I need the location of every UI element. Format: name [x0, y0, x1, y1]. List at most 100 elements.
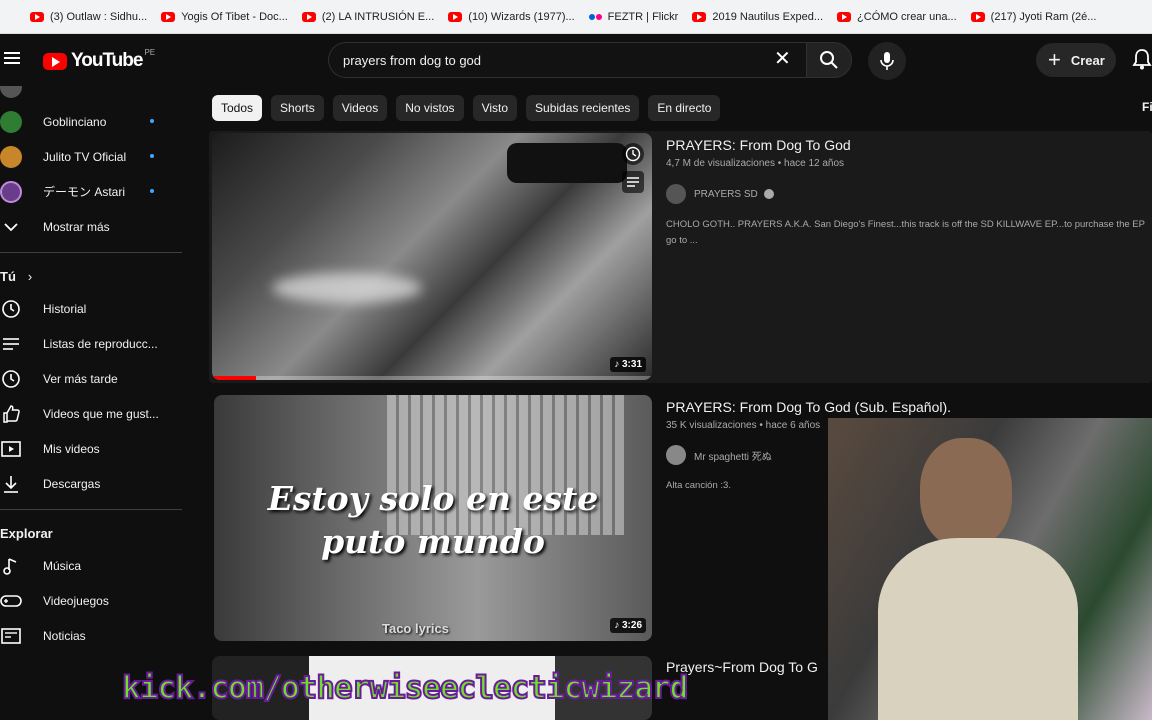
webcam-head	[920, 438, 1012, 548]
gaming-icon	[0, 590, 22, 612]
youtube-logo[interactable]: YouTube PE	[43, 48, 155, 72]
channel-link[interactable]: Mr spaghetti 死ぬ	[666, 445, 772, 465]
youtube-icon	[837, 11, 852, 22]
avatar	[666, 184, 686, 204]
video-thumbnail[interactable]: Estoy solo en este puto mundo Taco lyric…	[214, 395, 652, 641]
sidebar-item-gaming[interactable]: Videojuegos	[0, 583, 182, 618]
sidebar-item-history[interactable]: Historial	[0, 291, 182, 326]
video-meta: 35 K visualizaciones • hace 6 años	[666, 420, 821, 431]
youtube-play-icon	[43, 52, 67, 70]
music-note-icon: ♪	[614, 359, 622, 370]
sidebar-item-your-videos[interactable]: Mis videos	[0, 431, 182, 466]
youtube-icon	[301, 11, 316, 22]
webcam-shirt	[878, 538, 1078, 720]
search-icon	[820, 51, 838, 69]
avatar	[0, 86, 22, 98]
youtube-icon	[30, 11, 44, 22]
sidebar-subscription-goblinciano[interactable]: Goblinciano	[0, 104, 182, 139]
sidebar-subscription-astari[interactable]: デーモン Astari	[0, 174, 182, 209]
new-content-dot	[150, 154, 154, 158]
bookmark-8[interactable]: (217) Jyoti Ram (2é...	[970, 11, 1096, 23]
bookmark-6[interactable]: 2019 Nautilus Exped...	[692, 11, 823, 23]
search-button[interactable]	[806, 42, 852, 78]
channel-link[interactable]: PRAYERS SD	[666, 184, 774, 204]
sidebar-item-downloads[interactable]: Descargas	[0, 466, 182, 501]
playlists-icon	[0, 333, 22, 355]
show-more-button[interactable]: Mostrar más	[0, 209, 182, 244]
verified-icon	[763, 189, 774, 199]
watch-later-icon	[0, 368, 22, 390]
avatar	[666, 445, 686, 465]
watch-progress-bar	[212, 376, 256, 380]
youtube-icon	[448, 11, 463, 22]
search-input[interactable]: prayers from dog to god	[328, 42, 808, 78]
news-icon	[0, 625, 22, 647]
history-icon	[0, 298, 22, 320]
liked-icon	[0, 403, 22, 425]
sidebar: Goblinciano Julito TV Oficial デーモン Astar…	[0, 86, 182, 720]
voice-search-button[interactable]	[868, 42, 906, 80]
chevron-right-icon: ›	[27, 268, 33, 284]
sidebar-item-news[interactable]: Noticias	[0, 618, 182, 653]
avatar	[0, 180, 22, 203]
sidebar-item-playlists[interactable]: Listas de reproducc...	[0, 326, 182, 361]
video-thumbnail[interactable]: ♪ 3:31	[212, 133, 652, 380]
video-duration: ♪ 3:31	[610, 357, 646, 372]
avatar	[0, 145, 22, 168]
downloads-icon	[0, 473, 22, 495]
chevron-down-icon	[0, 216, 22, 238]
filters-button[interactable]: Fi	[1142, 100, 1152, 114]
thumbnail-highlight	[272, 273, 422, 303]
bookmark-4[interactable]: (10) Wizards (1977)...	[448, 11, 575, 23]
music-note-icon: ♪	[614, 620, 622, 631]
bookmark-5[interactable]: FEZTR | Flickr	[588, 11, 678, 23]
video-title[interactable]: PRAYERS: From Dog To God (Sub. Español).	[666, 399, 951, 415]
divider	[0, 252, 182, 253]
youtube-icon	[161, 11, 176, 22]
chip-unwatched[interactable]: No vistos	[396, 95, 464, 121]
video-title[interactable]: PRAYERS: From Dog To God	[666, 137, 851, 153]
sidebar-subscription-julito[interactable]: Julito TV Oficial	[0, 139, 182, 174]
plus-icon: +	[1048, 47, 1061, 72]
video-result[interactable]: ♪ 3:31 PRAYERS: From Dog To God 4,7 M de…	[209, 131, 1152, 383]
chip-recent[interactable]: Subidas recientes	[526, 95, 640, 121]
watch-later-icon[interactable]	[622, 143, 644, 165]
webcam-overlay	[828, 418, 1152, 720]
sidebar-item-partial[interactable]	[0, 86, 182, 104]
create-button[interactable]: + Crear	[1036, 43, 1116, 77]
add-to-queue-icon[interactable]	[622, 171, 644, 193]
new-content-dot	[150, 119, 154, 123]
chip-live[interactable]: En directo	[648, 95, 721, 121]
clear-search-icon[interactable]: ✕	[774, 48, 791, 70]
watch-progress-track	[212, 376, 652, 380]
masthead: YouTube PE prayers from dog to god ✕ + Cr…	[0, 34, 1152, 86]
bookmark-7[interactable]: ¿CÓMO crear una...	[837, 11, 957, 23]
video-description: CHOLO GOTH.. PRAYERS A.K.A. San Diego's …	[666, 219, 1145, 246]
notifications-bell-icon[interactable]	[1132, 48, 1152, 75]
divider	[0, 509, 182, 510]
explore-section-heading: Explorar	[0, 525, 53, 541]
youtube-icon	[970, 11, 985, 22]
bookmark-2[interactable]: Yogis Of Tibet - Doc...	[161, 11, 288, 23]
thumbnail-caption: Estoy solo en este puto mundo	[267, 479, 599, 561]
stream-overlay-banner: kick.com/otherwiseeclecticwizard	[121, 669, 689, 707]
bookmarks-bar: (3) Outlaw : Sidhu... Yogis Of Tibet - D…	[0, 0, 1152, 34]
sidebar-item-liked[interactable]: Videos que me gust...	[0, 396, 182, 431]
sidebar-item-music[interactable]: Música	[0, 548, 182, 583]
filter-chips: Todos Shorts Videos No vistos Visto Subi…	[212, 95, 721, 121]
your-videos-icon	[0, 438, 22, 460]
chip-all[interactable]: Todos	[212, 95, 263, 121]
you-section-heading[interactable]: Tú ›	[0, 261, 182, 291]
music-icon	[0, 555, 22, 577]
chip-watched[interactable]: Visto	[472, 95, 518, 121]
video-duration: ♪ 3:26	[610, 618, 646, 633]
menu-icon[interactable]	[4, 52, 20, 64]
bookmark-3[interactable]: (2) LA INTRUSIÓN E...	[301, 11, 434, 23]
microphone-icon	[880, 52, 894, 70]
chip-shorts[interactable]: Shorts	[271, 95, 324, 121]
flickr-icon	[588, 13, 602, 20]
chip-videos[interactable]: Videos	[332, 95, 388, 121]
new-content-dot	[150, 189, 154, 193]
bookmark-1[interactable]: (3) Outlaw : Sidhu...	[30, 11, 147, 23]
sidebar-item-watch-later[interactable]: Ver más tarde	[0, 361, 182, 396]
